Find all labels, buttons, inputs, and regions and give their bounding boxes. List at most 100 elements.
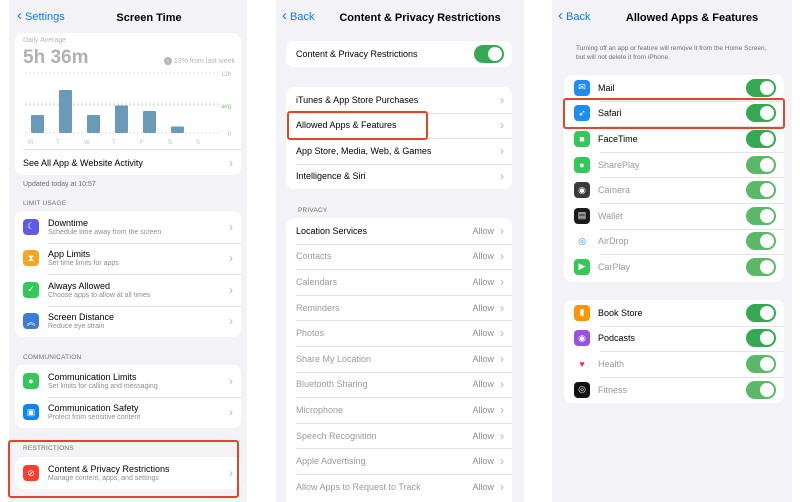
book-icon: ▮ [574,304,590,321]
app-toggle[interactable] [746,129,776,148]
carplay-icon: ▶ [574,258,590,275]
settings-row[interactable]: ⧗ App Limits Set time limits for apps › [15,243,241,275]
master-toggle[interactable] [474,45,504,63]
navbar: ‹ Back Content & Privacy Restrictions [276,0,524,36]
app-toggle[interactable] [746,78,776,97]
day-label: S [168,140,172,146]
communication-card: ● Communication Limits Set limits for call… [15,365,241,428]
chevron-right-icon: › [229,405,233,420]
usage-chart: 12h avg 0 M T W T F S S [25,72,232,146]
limit-usage-card: ☾ Downtime Schedule time away from the scr… [15,211,241,337]
app-row: ● SharePlay [564,152,784,178]
privacy-card: Location Services Allow › Contacts Allow › Cal… [286,218,512,502]
chevron-left-icon: ‹ [558,7,563,24]
day-label: M [28,140,33,146]
back-button[interactable]: ‹ Settings [17,7,65,24]
chevron-left-icon: ‹ [17,7,22,24]
back-button[interactable]: ‹ Back [282,7,314,24]
chevron-right-icon: › [500,454,504,469]
chevron-right-icon: › [229,219,233,234]
app-row: ■ FaceTime [564,126,784,152]
day-label: S [196,140,200,146]
heart-icon: ♥ [574,355,590,372]
navbar: ‹ Settings Screen Time [9,0,247,36]
app-row: ▤ Wallet [564,203,784,229]
day-label: W [84,140,90,146]
apps-card-2: ▮ Book Store ◉ Podcasts ♥ Health ◎ Fitness [564,300,784,403]
limit-usage-header: LIMIT USAGE [23,200,67,207]
usage-bar [171,126,184,133]
chevron-left-icon: ‹ [282,7,287,24]
content-privacy-panel: ‹ Back Content & Privacy Restrictions Co… [276,0,524,502]
app-toggle[interactable] [746,303,776,322]
chevron-right-icon: › [229,314,233,329]
chevron-right-icon: › [500,428,504,443]
privacy-row[interactable]: Contacts Allow › [286,244,512,270]
chat-icon: ▣ [23,404,39,421]
highlight-box [287,111,428,140]
chevrons-up-icon: ︽ [23,313,39,330]
chevron-right-icon: › [229,155,233,170]
back-button[interactable]: ‹ Back [558,7,590,24]
chevron-right-icon: › [500,169,504,184]
privacy-row[interactable]: Share My Location Allow › [286,346,512,372]
privacy-header: PRIVACY [298,207,328,214]
chevron-right-icon: › [500,92,504,107]
privacy-row[interactable]: Calendars Allow › [286,269,512,295]
app-toggle[interactable] [746,232,776,251]
page-title: Screen Time [116,12,182,24]
app-toggle[interactable] [746,354,776,373]
highlight-box [563,98,785,129]
camera-icon: ◉ [574,182,590,199]
daily-average-label: Daily Average [23,37,67,44]
store-row[interactable]: App Store, Media, Web, & Games › [286,138,512,164]
info-note: Turning off an app or feature will remov… [576,45,767,61]
app-toggle[interactable] [746,329,776,348]
chevron-right-icon: › [500,326,504,341]
store-row[interactable]: Intelligence & Siri › [286,164,512,190]
privacy-row[interactable]: Allow Apps to Request to Track Allow › [286,474,512,500]
page-title: Content & Privacy Restrictions [339,12,501,24]
app-row: ♥ Health [564,351,784,377]
highlight-box [8,440,239,498]
privacy-row[interactable]: Location Services Allow › [286,218,512,244]
privacy-row[interactable]: Photos Allow › [286,320,512,346]
privacy-row[interactable]: Apple Advertising Allow › [286,448,512,474]
privacy-row[interactable]: Microphone Allow › [286,397,512,423]
y-tick-label: avg [221,104,231,110]
navbar: ‹ Back Allowed Apps & Features [552,0,792,36]
app-row: ✉ Mail [564,75,784,101]
app-toggle[interactable] [746,257,776,276]
usage-card: Daily Average 5h 36m ↓ 13% from last wee… [15,33,241,175]
airdrop-icon: ◎ [574,233,590,250]
usage-bar [31,115,44,133]
app-toggle[interactable] [746,206,776,225]
store-row[interactable]: iTunes & App Store Purchases › [286,87,512,113]
privacy-row[interactable]: Reminders Allow › [286,295,512,321]
app-toggle[interactable] [746,155,776,174]
settings-row[interactable]: ▣ Communication Safety Protect from sensit… [15,397,241,429]
day-label: T [56,140,60,146]
checkmark-icon: ✓ [23,281,39,298]
chevron-right-icon: › [500,143,504,158]
chevron-right-icon: › [500,274,504,289]
settings-row[interactable]: ︽ Screen Distance Reduce eye strain › [15,306,241,338]
settings-row[interactable]: ✓ Always Allowed Choose apps to allow at a… [15,274,241,306]
app-toggle[interactable] [746,380,776,399]
y-tick-label: 12h [221,72,231,78]
master-toggle-row: Content & Privacy Restrictions [286,41,512,67]
privacy-row[interactable]: Bluetooth Sharing Allow › [286,372,512,398]
app-row: ◎ Fitness [564,377,784,403]
day-label: F [140,140,144,146]
chevron-right-icon: › [500,118,504,133]
hourglass-icon: ⧗ [23,250,39,267]
usage-bar [87,115,100,133]
app-toggle[interactable] [746,181,776,200]
person-icon: ● [23,372,39,389]
arrow-down-icon: ↓ [163,57,172,65]
privacy-row[interactable]: Speech Recognition Allow › [286,423,512,449]
settings-row[interactable]: ☾ Downtime Schedule time away from the scr… [15,211,241,243]
shareplay-icon: ● [574,156,590,173]
see-all-activity-row[interactable]: See All App & Website Activity › [15,150,241,175]
settings-row[interactable]: ● Communication Limits Set limits for call… [15,365,241,397]
